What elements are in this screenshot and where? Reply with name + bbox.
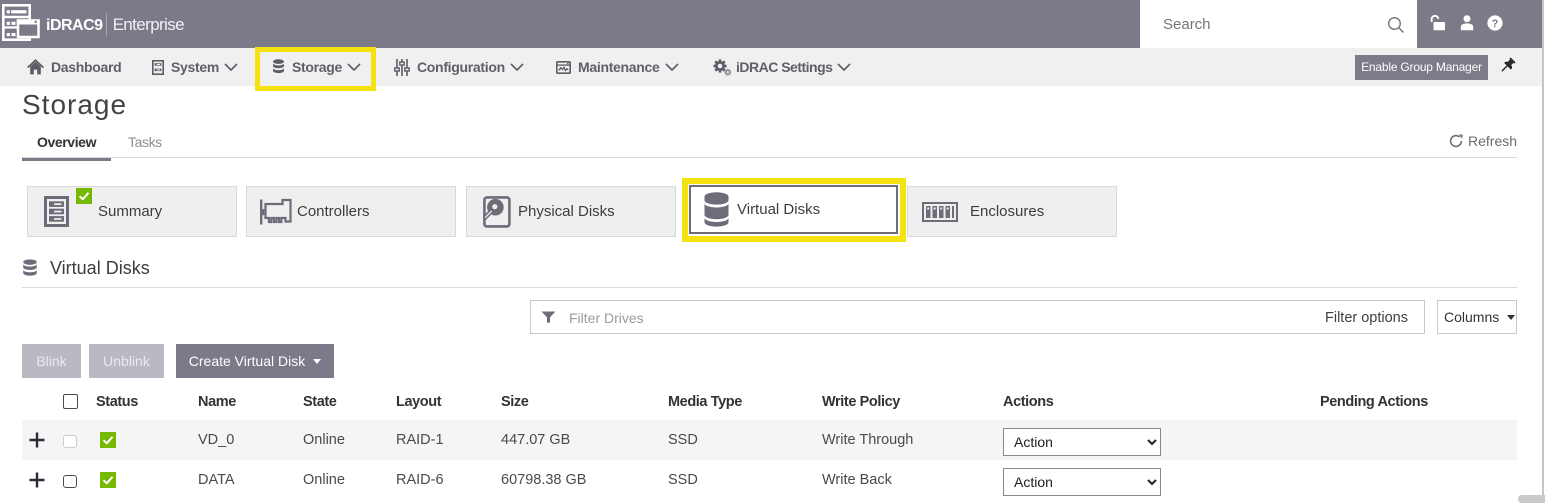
svg-text:?: ? (1492, 18, 1499, 30)
